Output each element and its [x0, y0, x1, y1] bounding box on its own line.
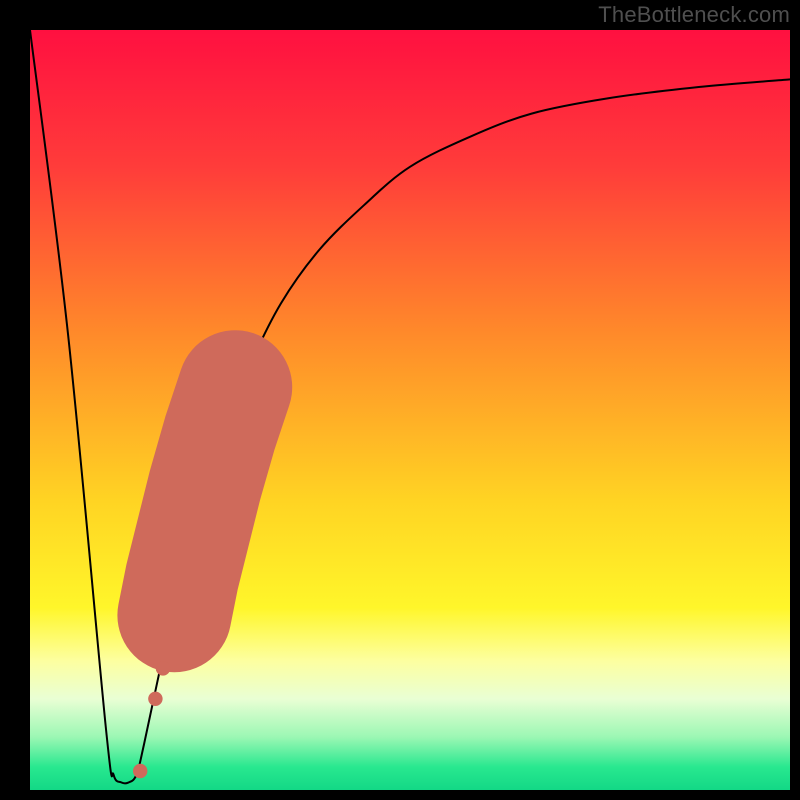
highlight-bar — [174, 387, 235, 615]
highlight-dot — [156, 661, 170, 675]
chart-frame: TheBottleneck.com — [0, 0, 800, 800]
curve-layer — [30, 30, 790, 790]
bottleneck-curve — [30, 30, 790, 783]
highlight-dot — [148, 692, 162, 706]
highlight-dot — [133, 764, 147, 778]
plot-area — [30, 30, 790, 790]
watermark-text: TheBottleneck.com — [598, 2, 790, 28]
